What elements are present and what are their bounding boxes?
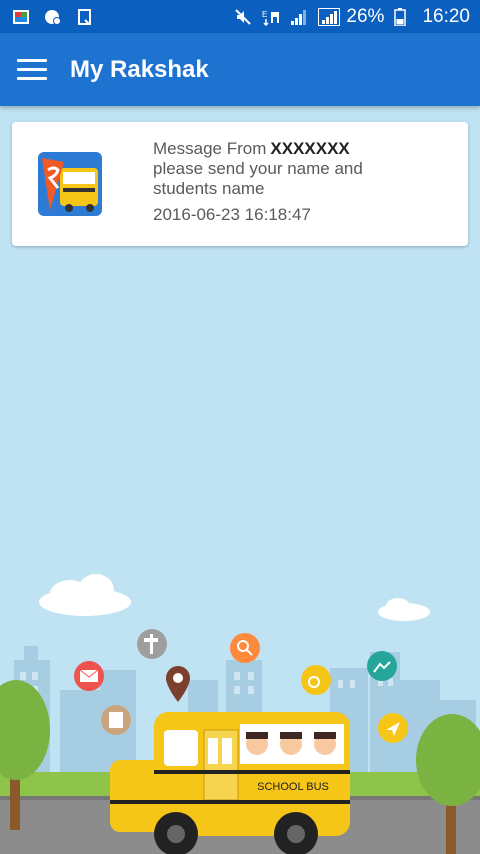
cloud-left-icon	[39, 574, 131, 616]
message-body-line2: students name	[153, 179, 265, 198]
signpost-icon	[137, 629, 167, 659]
hamburger-menu-button[interactable]	[0, 33, 64, 106]
message-content: Message From XXXXXXX please send your na…	[153, 139, 453, 225]
signal-sim1-icon	[290, 8, 308, 26]
navigation-arrow-icon	[378, 713, 408, 743]
message-card[interactable]: Message From XXXXXXX please send your na…	[12, 122, 468, 246]
message-body-line1: please send your name and	[153, 159, 363, 178]
school-bus-illustration: SCHOOL BUS	[0, 560, 480, 854]
gallery-notification-icon	[12, 8, 30, 26]
mute-icon	[234, 8, 252, 26]
map-icon	[367, 651, 397, 681]
location-pin-icon	[166, 666, 190, 702]
hamburger-icon	[17, 58, 47, 81]
cloud-right-icon	[378, 598, 430, 621]
message-timestamp: 2016-06-23 16:18:47	[153, 205, 311, 224]
status-bar: E 26% 16:20	[0, 0, 480, 33]
chat-notification-icon	[44, 8, 62, 26]
clock: 16:20	[422, 5, 470, 27]
battery-percentage: 26%	[346, 5, 385, 27]
search-icon	[230, 633, 260, 663]
message-from-label: Message From	[153, 139, 267, 158]
battery-icon	[394, 7, 412, 27]
building-icon	[101, 705, 131, 735]
signal-sim2-icon	[318, 7, 341, 26]
app-title: My Rakshak	[70, 55, 209, 83]
whistle-icon	[301, 665, 331, 695]
school-bus-label: SCHOOL BUS	[257, 781, 329, 793]
data-transfer-icon: E	[262, 8, 280, 26]
clipboard-notification-icon	[76, 8, 94, 26]
svg-text:E: E	[262, 10, 267, 19]
mail-icon	[74, 661, 104, 691]
app-bar: My Rakshak	[0, 33, 480, 106]
rakshak-logo	[38, 152, 102, 216]
message-sender: XXXXXXX	[270, 139, 350, 158]
